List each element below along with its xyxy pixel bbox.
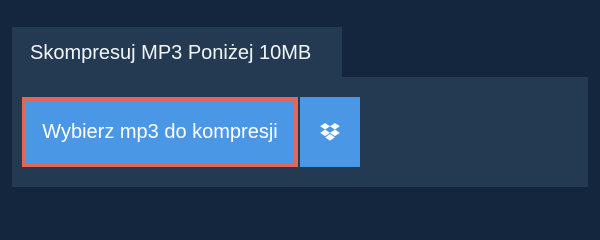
dropbox-button[interactable]	[300, 97, 360, 167]
choose-file-button-label: Wybierz mp3 do kompresji	[42, 120, 278, 143]
choose-file-button[interactable]: Wybierz mp3 do kompresji	[22, 97, 298, 167]
tab-label: Skompresuj MP3 Poniżej 10MB	[30, 41, 312, 64]
dropbox-icon	[320, 123, 340, 141]
tab-compress-mp3[interactable]: Skompresuj MP3 Poniżej 10MB	[12, 27, 342, 77]
